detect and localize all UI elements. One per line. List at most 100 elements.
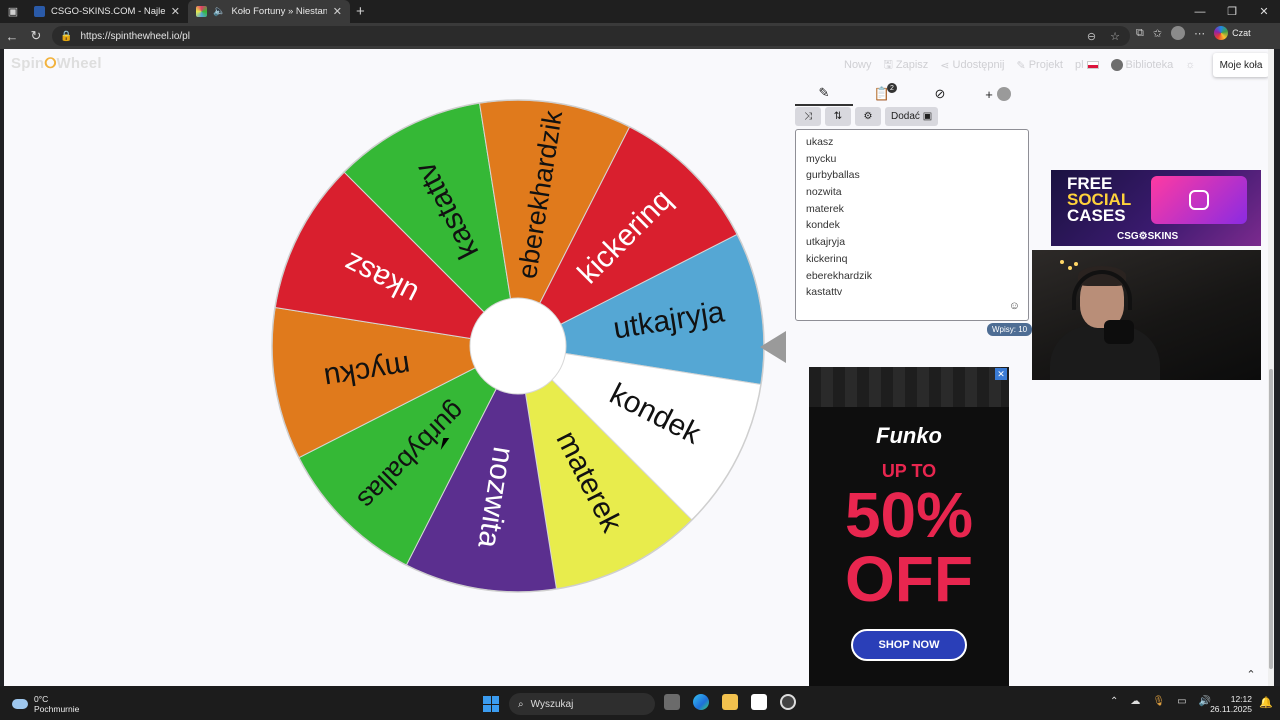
sort-icon[interactable]: ⇅	[825, 107, 851, 126]
favorite-star-icon[interactable]: ☆	[1110, 30, 1120, 43]
theme-toggle-icon[interactable]: ☼	[1185, 59, 1195, 71]
copilot-icon	[1214, 26, 1229, 40]
back-icon[interactable]: ←	[0, 24, 24, 48]
back-to-top-icon[interactable]: ⌃	[1242, 665, 1260, 683]
tab-hide-icon[interactable]: ⊘	[911, 82, 969, 106]
nav-zapisz[interactable]: 🖫 Zapisz	[884, 56, 929, 75]
funko-percent: 50%	[844, 479, 974, 551]
results-badge: 2	[887, 83, 897, 93]
spin-wheel[interactable]: utkajryja kondek materek nozwita gurbyballas…	[270, 98, 766, 594]
logo-suffix: Wheel	[56, 55, 102, 72]
nav-nowy[interactable]: Nowy	[844, 59, 872, 71]
entry-line[interactable]: nozwita	[806, 184, 1018, 201]
entry-line[interactable]: kickerinq	[806, 251, 1018, 268]
ad-headline: FREE SOCIAL CASES	[1067, 175, 1131, 224]
extensions-icon[interactable]: ⧉	[1136, 27, 1144, 40]
tab-actions-icon[interactable]: ▣	[0, 0, 26, 23]
nav-projekt[interactable]: ✎ Projekt	[1017, 59, 1063, 72]
wheel-pointer-icon	[760, 331, 786, 363]
funko-logo: Funko	[876, 423, 942, 448]
nav-biblioteka[interactable]: Biblioteka	[1110, 59, 1174, 71]
minimize-icon[interactable]: —	[1184, 0, 1216, 23]
notifications-bell-icon[interactable]: 🔔	[1259, 696, 1273, 709]
ad-close-icon[interactable]: ✕	[995, 368, 1007, 380]
emoji-icon[interactable]: ☺	[1009, 300, 1020, 312]
taskbar-clock[interactable]: 12:12 26.11.2025	[1196, 694, 1252, 714]
restore-icon[interactable]: ❐	[1216, 0, 1248, 23]
speaker-icon[interactable]: 🔈	[213, 6, 225, 17]
close-window-icon[interactable]: ✕	[1248, 0, 1280, 23]
wheel-center-hub[interactable]	[469, 297, 567, 395]
entry-line[interactable]: kondek	[806, 217, 1018, 234]
nav-zapisz-label: Zapisz	[895, 59, 929, 71]
onedrive-cloud-icon[interactable]: ☁	[1130, 696, 1140, 707]
tab-title: Koło Fortuny » Niestandard	[231, 6, 327, 17]
favorites-icon[interactable]: ✩	[1153, 27, 1162, 40]
weather-widget[interactable]: 0°C Pochmurnie	[12, 694, 79, 714]
string-lights	[1060, 260, 1064, 264]
tab-csgo-skins[interactable]: CSGO-SKINS.COM - Najlepsze Sk ✕	[26, 0, 188, 23]
entry-line[interactable]: ukasz	[806, 134, 1018, 151]
scrollbar-thumb[interactable]	[1269, 369, 1273, 669]
app-icon[interactable]	[780, 694, 796, 710]
page-scrollbar[interactable]	[1268, 49, 1274, 686]
share-icon: ⋖	[940, 59, 950, 72]
page-content: Spin⭘Wheel Nowy 🖫 Zapisz ⋖ Udostępnij ✎ Pro…	[4, 49, 1274, 686]
wheel-thumb-icon	[996, 87, 1011, 101]
task-view-icon[interactable]	[664, 694, 680, 710]
start-windows-icon[interactable]	[483, 696, 499, 712]
close-tab-icon[interactable]: ✕	[171, 5, 180, 18]
ad-case-graphic	[1151, 176, 1247, 224]
menu-icon[interactable]: ⋯	[1194, 27, 1205, 40]
entry-line[interactable]: materek	[806, 201, 1018, 218]
address-bar[interactable]: 🔒 https://spinthewheel.io/pl ⊖ ☆	[52, 26, 1130, 46]
microphone-tray-icon[interactable]: 🎙	[1152, 696, 1165, 707]
site-info-icon[interactable]: 🔒	[60, 31, 72, 42]
wheel-svg[interactable]: utkajryjakondekmatereknozwitagurbyballas…	[270, 98, 766, 594]
shop-now-button[interactable]: SHOP NOW	[851, 629, 967, 661]
new-tab-icon[interactable]: +	[356, 3, 365, 20]
csgo-skins-ad[interactable]: FREE SOCIAL CASES CSG⚙SKINS	[1051, 170, 1261, 246]
network-icon[interactable]: ▭	[1177, 696, 1186, 707]
add-image-button[interactable]: Dodać ▣	[885, 107, 939, 126]
close-tab-icon[interactable]: ✕	[333, 5, 342, 18]
more-options-icon[interactable]: ⊖	[1087, 30, 1096, 43]
entries-count-badge: Wpisy: 10	[987, 323, 1033, 336]
image-icon: ▣	[922, 111, 933, 122]
browser-tab-strip: ▣ CSGO-SKINS.COM - Najlepsze Sk ✕ 🔈 Koło…	[0, 0, 1280, 23]
browser-extensions: ⧉ ✩ ⋯ Czat	[1136, 26, 1251, 40]
clock-date: 26.11.2025	[1210, 704, 1252, 714]
chevron-up-icon[interactable]: ⌃	[1110, 696, 1118, 707]
shuffle-icon[interactable]: ⤨	[795, 107, 821, 126]
tab-add-wheel-icon[interactable]: +	[969, 82, 1027, 106]
nav-language[interactable]: pl	[1075, 59, 1099, 71]
ad-pattern	[809, 367, 1009, 407]
settings-gear-icon[interactable]: ⚙	[855, 107, 881, 126]
nav-udostepnij[interactable]: ⋖ Udostępnij	[940, 59, 1004, 72]
file-explorer-icon[interactable]	[722, 694, 738, 710]
nav-biblioteka-label: Biblioteka	[1125, 59, 1174, 71]
entry-line[interactable]: utkajryja	[806, 234, 1018, 251]
entry-line[interactable]: mycku	[806, 151, 1018, 168]
store-icon[interactable]	[751, 694, 767, 710]
instagram-icon	[1189, 190, 1209, 210]
moje-kola-button[interactable]: Moje koła	[1213, 53, 1269, 77]
poland-flag-icon	[1086, 61, 1099, 69]
site-logo[interactable]: Spin⭘Wheel	[11, 55, 102, 72]
tab-results-icon[interactable]: 📋 2	[853, 82, 911, 106]
tab-edit-icon[interactable]: ✎	[795, 82, 853, 106]
reload-icon[interactable]: ↻	[24, 24, 48, 48]
entry-line[interactable]: kastattv	[806, 284, 1018, 301]
taskbar-search[interactable]: ⌕ Wyszukaj	[509, 693, 655, 715]
webcam-overlay	[1032, 250, 1261, 380]
edge-icon[interactable]	[693, 694, 709, 710]
editor-toolbar: ⤨ ⇅ ⚙ Dodać ▣	[795, 107, 939, 126]
entries-textarea[interactable]: ukasz mycku gurbyballas nozwita materek konde…	[795, 129, 1029, 321]
copilot-button[interactable]: Czat	[1214, 26, 1251, 40]
profile-avatar[interactable]	[1171, 26, 1186, 40]
entry-line[interactable]: gurbyballas	[806, 167, 1018, 184]
url-text: https://spinthewheel.io/pl	[80, 30, 190, 42]
tab-kolo-fortuny[interactable]: 🔈 Koło Fortuny » Niestandard ✕	[188, 0, 350, 23]
funko-ad[interactable]: ✕ Funko UP TO 50% OFF SHOP NOW	[809, 367, 1009, 686]
entry-line[interactable]: eberekhardzik	[806, 268, 1018, 285]
